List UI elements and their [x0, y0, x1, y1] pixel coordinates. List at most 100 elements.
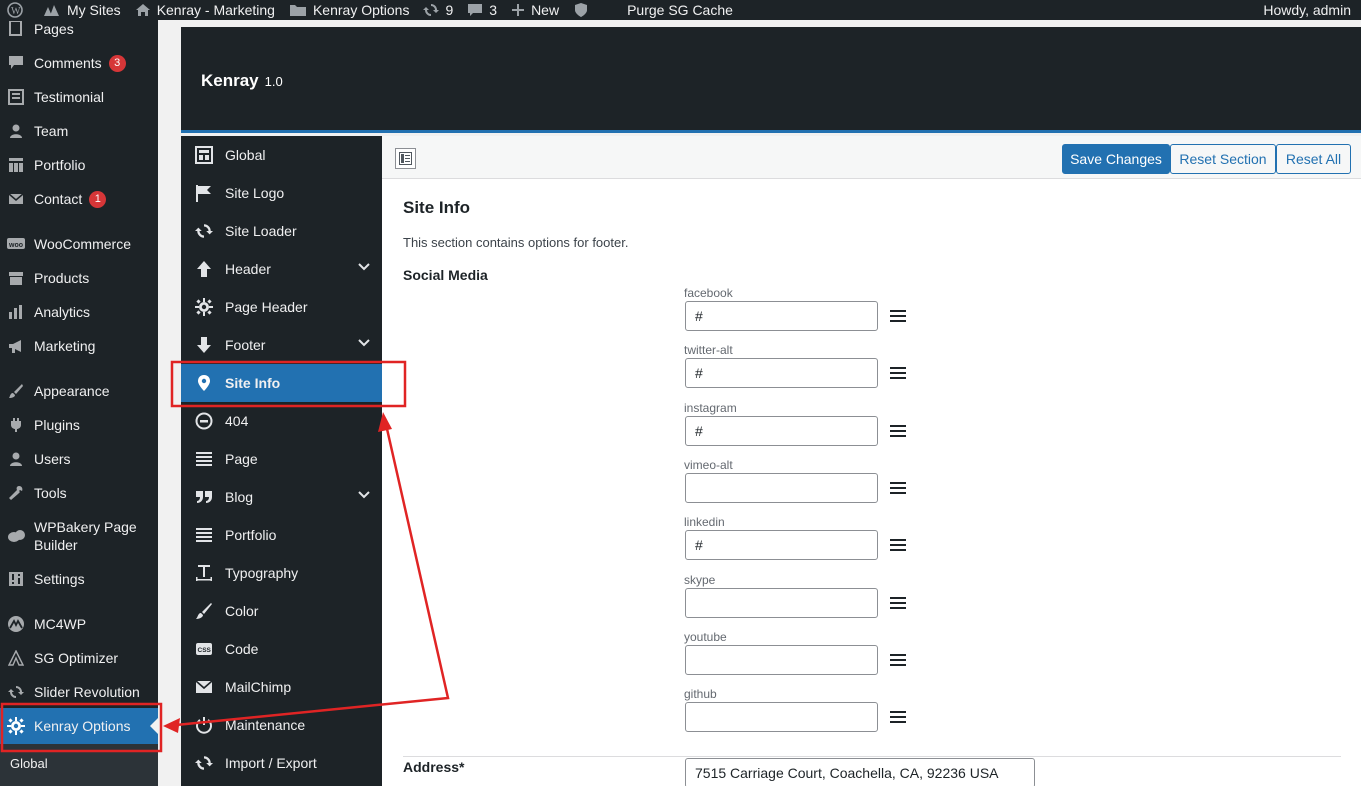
address-label: Address* — [403, 759, 465, 775]
menu-woocommerce[interactable]: woo WooCommerce — [0, 231, 158, 257]
wordpress-logo[interactable]: W — [0, 0, 36, 20]
menu-analytics[interactable]: Analytics — [0, 299, 158, 325]
menu-label: SG Optimizer — [34, 650, 119, 666]
menu-label: Products — [34, 270, 90, 286]
wordpress-icon: W — [7, 2, 23, 18]
mc4wp-icon — [6, 614, 26, 634]
nav-404[interactable]: 404 — [181, 402, 382, 440]
github-input[interactable] — [685, 702, 878, 732]
linkedin-input[interactable]: # — [685, 530, 878, 560]
nav-site-logo[interactable]: Site Logo — [181, 174, 382, 212]
nav-blog[interactable]: Blog — [181, 478, 382, 516]
admin-sidebar: Pages Comments 3 Testimonial Team Portfol… — [0, 20, 158, 786]
reset-section-button[interactable]: Reset Section — [1170, 144, 1276, 174]
svg-text:W: W — [11, 6, 21, 17]
svg-text:CSS: CSS — [198, 647, 212, 654]
drag-handle-icon[interactable] — [890, 425, 906, 437]
menu-settings[interactable]: Settings — [0, 566, 158, 592]
nav-typography[interactable]: Typography — [181, 554, 382, 592]
sites-icon — [44, 5, 59, 16]
updates-menu[interactable]: 9 — [416, 0, 460, 20]
comments-icon — [6, 53, 26, 73]
menu-sg-optimizer[interactable]: SG Optimizer — [0, 645, 158, 671]
submenu-global[interactable]: Global — [0, 744, 158, 786]
skype-input[interactable] — [685, 588, 878, 618]
drag-handle-icon[interactable] — [890, 711, 906, 723]
nav-mailchimp[interactable]: MailChimp — [181, 668, 382, 706]
howdy-label: Howdy, admin — [1263, 2, 1351, 18]
drag-handle-icon[interactable] — [890, 539, 906, 551]
comments-menu[interactable]: 3 — [460, 0, 504, 20]
menu-marketing[interactable]: Marketing — [0, 333, 158, 359]
drag-handle-icon[interactable] — [890, 597, 906, 609]
nav-page-header[interactable]: Page Header — [181, 288, 382, 326]
arrow-down-icon — [193, 334, 215, 356]
nav-footer[interactable]: Footer — [181, 326, 382, 364]
vimeo-alt-input[interactable] — [685, 473, 878, 503]
github-label: github — [684, 687, 717, 701]
reset-all-button[interactable]: Reset All — [1276, 144, 1351, 174]
purge-cache-button[interactable]: Purge SG Cache — [620, 0, 740, 20]
instagram-input[interactable]: # — [685, 416, 878, 446]
save-changes-button[interactable]: Save Changes — [1062, 144, 1170, 174]
account-menu[interactable]: Howdy, admin — [1256, 0, 1361, 20]
address-input[interactable]: 7515 Carriage Court, Coachella, CA, 9223… — [685, 758, 1035, 786]
menu-testimonial[interactable]: Testimonial — [0, 84, 158, 110]
options-title: Kenray 1.0 — [201, 71, 283, 91]
layout-icon — [193, 144, 215, 166]
nav-import-export[interactable]: Import / Export — [181, 744, 382, 782]
menu-label: Appearance — [34, 383, 110, 399]
menu-wpbakery[interactable]: WPBakery Page Builder — [0, 514, 158, 558]
lines-icon — [193, 524, 215, 546]
expand-options-button[interactable] — [395, 148, 416, 169]
nav-header[interactable]: Header — [181, 250, 382, 288]
nav-code[interactable]: CSS Code — [181, 630, 382, 668]
pages-icon — [6, 20, 26, 39]
nav-label: Portfolio — [225, 527, 277, 543]
menu-portfolio[interactable]: Portfolio — [0, 152, 158, 178]
menu-comments[interactable]: Comments 3 — [0, 50, 158, 76]
nav-portfolio[interactable]: Portfolio — [181, 516, 382, 554]
drag-handle-icon[interactable] — [890, 310, 906, 322]
nav-site-loader[interactable]: Site Loader — [181, 212, 382, 250]
drag-handle-icon[interactable] — [890, 482, 906, 494]
nav-color[interactable]: Color — [181, 592, 382, 630]
options-menu[interactable]: Kenray Options — [282, 0, 417, 20]
linkedin-label: linkedin — [684, 515, 725, 529]
new-content-menu[interactable]: New — [504, 0, 566, 20]
facebook-input[interactable]: # — [685, 301, 878, 331]
sg-optimizer-icon — [6, 648, 26, 668]
nav-label: Footer — [225, 337, 266, 353]
my-sites-menu[interactable]: My Sites — [36, 0, 128, 20]
quote-icon — [193, 486, 215, 508]
drag-handle-icon[interactable] — [890, 367, 906, 379]
nav-label: Color — [225, 603, 259, 619]
nav-page[interactable]: Page — [181, 440, 382, 478]
flag-icon — [193, 182, 215, 204]
arrow-head-left — [163, 718, 180, 733]
site-name-menu[interactable]: Kenray - Marketing — [128, 0, 282, 20]
nav-maintenance[interactable]: Maintenance — [181, 706, 382, 744]
instagram-label: instagram — [684, 401, 737, 415]
menu-users[interactable]: Users — [0, 446, 158, 472]
twitter-alt-input[interactable]: # — [685, 358, 878, 388]
nav-label: Site Loader — [225, 223, 297, 239]
menu-slider-revolution[interactable]: Slider Revolution — [0, 679, 158, 705]
nav-site-info[interactable]: Site Info — [181, 364, 382, 402]
menu-products[interactable]: Products — [0, 265, 158, 291]
drag-handle-icon[interactable] — [890, 654, 906, 666]
menu-mc4wp[interactable]: MC4WP — [0, 611, 158, 637]
refresh-icon — [6, 682, 26, 702]
nav-label: Import / Export — [225, 755, 317, 771]
paintbrush-icon — [6, 381, 26, 401]
menu-kenray-options[interactable]: Kenray Options — [0, 708, 158, 744]
security-menu[interactable] — [566, 0, 602, 20]
menu-appearance[interactable]: Appearance — [0, 378, 158, 404]
menu-contact[interactable]: Contact 1 — [0, 186, 158, 212]
menu-tools[interactable]: Tools — [0, 480, 158, 506]
nav-global[interactable]: Global — [181, 136, 382, 174]
menu-pages[interactable]: Pages — [0, 20, 158, 38]
menu-plugins[interactable]: Plugins — [0, 412, 158, 438]
menu-team[interactable]: Team — [0, 118, 158, 144]
youtube-input[interactable] — [685, 645, 878, 675]
